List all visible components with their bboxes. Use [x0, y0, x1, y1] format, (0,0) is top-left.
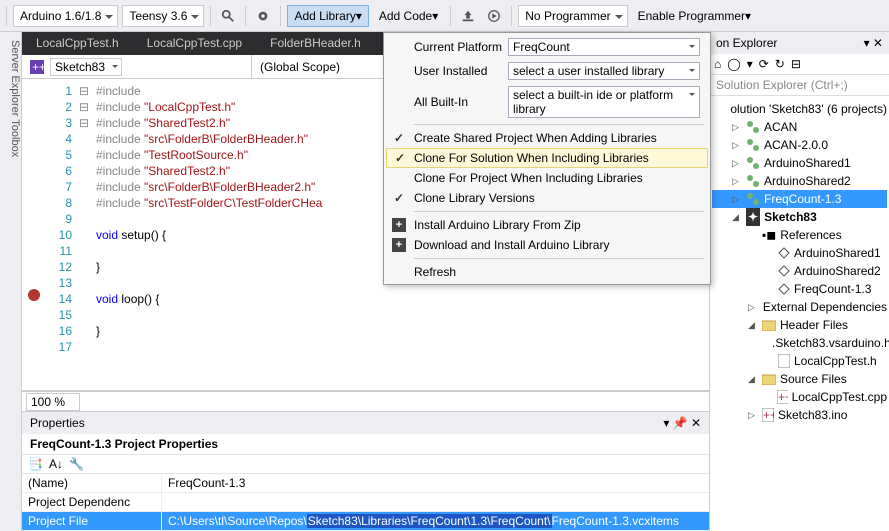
home-icon[interactable]: ⌂	[714, 57, 721, 71]
solution-root[interactable]: olution 'Sketch83' (6 projects)	[712, 100, 887, 118]
header-files[interactable]: ◢Header Files	[712, 316, 887, 334]
project-item[interactable]: ▷ArduinoShared2	[712, 172, 887, 190]
tab-localcpptest-h[interactable]: LocalCppTest.h	[22, 32, 133, 55]
solution-search[interactable]: Solution Explorer (Ctrl+;)	[710, 75, 889, 96]
enable-programmer-button[interactable]: Enable Programmer ▾	[632, 5, 757, 27]
properties-panel: Properties ▾ 📌 ✕ FreqCount-1.3 Project P…	[22, 411, 709, 531]
project-item-selected[interactable]: ▷FreqCount-1.3	[712, 190, 887, 208]
menu-download[interactable]: Download and Install Arduino Library	[386, 235, 708, 255]
project-item[interactable]: ▷ACAN	[712, 118, 887, 136]
project-item[interactable]: ▷ArduinoShared1	[712, 154, 887, 172]
gear-icon[interactable]	[252, 5, 274, 27]
panel-controls[interactable]: ▾ 📌 ✕	[663, 416, 701, 430]
solution-explorer: on Explorer▾ ✕ ⌂ ◯▾ ⟳ ↻ ⊟ Solution Explo…	[709, 32, 889, 531]
project-item[interactable]: ▷ACAN-2.0.0	[712, 136, 887, 154]
menu-refresh[interactable]: Refresh	[386, 262, 708, 282]
context-file[interactable]: Sketch83	[50, 58, 122, 76]
tab-localcpptest-cpp[interactable]: LocalCppTest.cpp	[133, 32, 256, 55]
tab-folderbheader-h[interactable]: FolderBHeader.h	[256, 32, 375, 55]
refresh-icon[interactable]: ↻	[775, 57, 785, 71]
properties-subtitle: FreqCount-1.3 Project Properties	[22, 434, 709, 455]
solution-toolbar[interactable]: ⌂ ◯▾ ⟳ ↻ ⊟	[710, 54, 889, 75]
header-file[interactable]: LocalCppTest.h	[712, 352, 887, 370]
collapse-icon[interactable]: ⊟	[791, 57, 801, 71]
device-select[interactable]: Teensy 3.6	[122, 5, 204, 27]
menu-item[interactable]: Clone For Solution When Including Librar…	[386, 148, 708, 168]
main-toolbar: Arduino 1.6/1.8 Teensy 3.6 Add Library ▾…	[0, 0, 889, 32]
side-rail[interactable]: Server Explorer Toolbox	[0, 32, 22, 531]
prop-row-dependencies[interactable]: Project Dependenc	[22, 493, 709, 512]
menu-item[interactable]: Create Shared Project When Adding Librar…	[386, 128, 708, 148]
menu-item[interactable]: Clone For Project When Including Librari…	[386, 168, 708, 188]
prop-row-project-file[interactable]: Project File C:\Users\tl\Source\Repos\Sk…	[22, 512, 709, 531]
properties-title: Properties	[30, 416, 85, 430]
breakpoint-icon[interactable]	[28, 289, 40, 301]
ino-file[interactable]: ▷++Sketch83.ino	[712, 406, 887, 424]
sync-icon[interactable]: ⟳	[759, 57, 769, 71]
wrench-icon[interactable]: 🔧	[69, 457, 84, 471]
references-node[interactable]: ▪◼References	[712, 226, 887, 244]
source-files[interactable]: ◢Source Files	[712, 370, 887, 388]
source-file[interactable]: ++LocalCppTest.cpp	[712, 388, 887, 406]
add-library-menu: Current Platform FreqCount User Installe…	[383, 32, 711, 285]
categorize-icon[interactable]: 📑	[28, 457, 43, 471]
back-icon[interactable]: ◯	[727, 57, 740, 71]
svg-text:++: ++	[32, 60, 44, 74]
zoom-select[interactable]: 100 %	[26, 393, 80, 411]
menu-built-in[interactable]: All Built-In select a built-in ide or pl…	[386, 83, 708, 121]
svg-text:++: ++	[778, 390, 788, 404]
svg-text:++: ++	[763, 408, 774, 422]
menu-item[interactable]: Clone Library Versions	[386, 188, 708, 208]
cpp-icon: ++	[30, 60, 44, 74]
panel-controls[interactable]: ▾ ✕	[864, 36, 883, 50]
prop-row-name[interactable]: (Name)FreqCount-1.3	[22, 474, 709, 493]
project-sketch[interactable]: ◢✦Sketch83	[712, 208, 887, 226]
menu-install-zip[interactable]: Install Arduino Library From Zip	[386, 215, 708, 235]
external-deps[interactable]: ▷External Dependencies	[712, 298, 887, 316]
menu-user-installed[interactable]: User Installed select a user installed l…	[386, 59, 708, 83]
add-library-button[interactable]: Add Library ▾	[287, 5, 368, 27]
reference-item[interactable]: FreqCount-1.3	[712, 280, 887, 298]
context-scope[interactable]: (Global Scope)	[260, 60, 340, 74]
reference-item[interactable]: ArduinoShared1	[712, 244, 887, 262]
sort-icon[interactable]: A↓	[49, 457, 63, 471]
search-icon[interactable]	[217, 5, 239, 27]
add-code-button[interactable]: Add Code ▾	[373, 5, 444, 27]
upload-icon[interactable]	[457, 5, 479, 27]
play-icon[interactable]	[483, 5, 505, 27]
menu-current-platform[interactable]: Current Platform FreqCount	[386, 35, 708, 59]
header-file[interactable]: .Sketch83.vsarduino.h	[712, 334, 887, 352]
reference-item[interactable]: ArduinoShared2	[712, 262, 887, 280]
board-select[interactable]: Arduino 1.6/1.8	[13, 5, 118, 27]
programmer-select[interactable]: No Programmer	[518, 5, 627, 27]
